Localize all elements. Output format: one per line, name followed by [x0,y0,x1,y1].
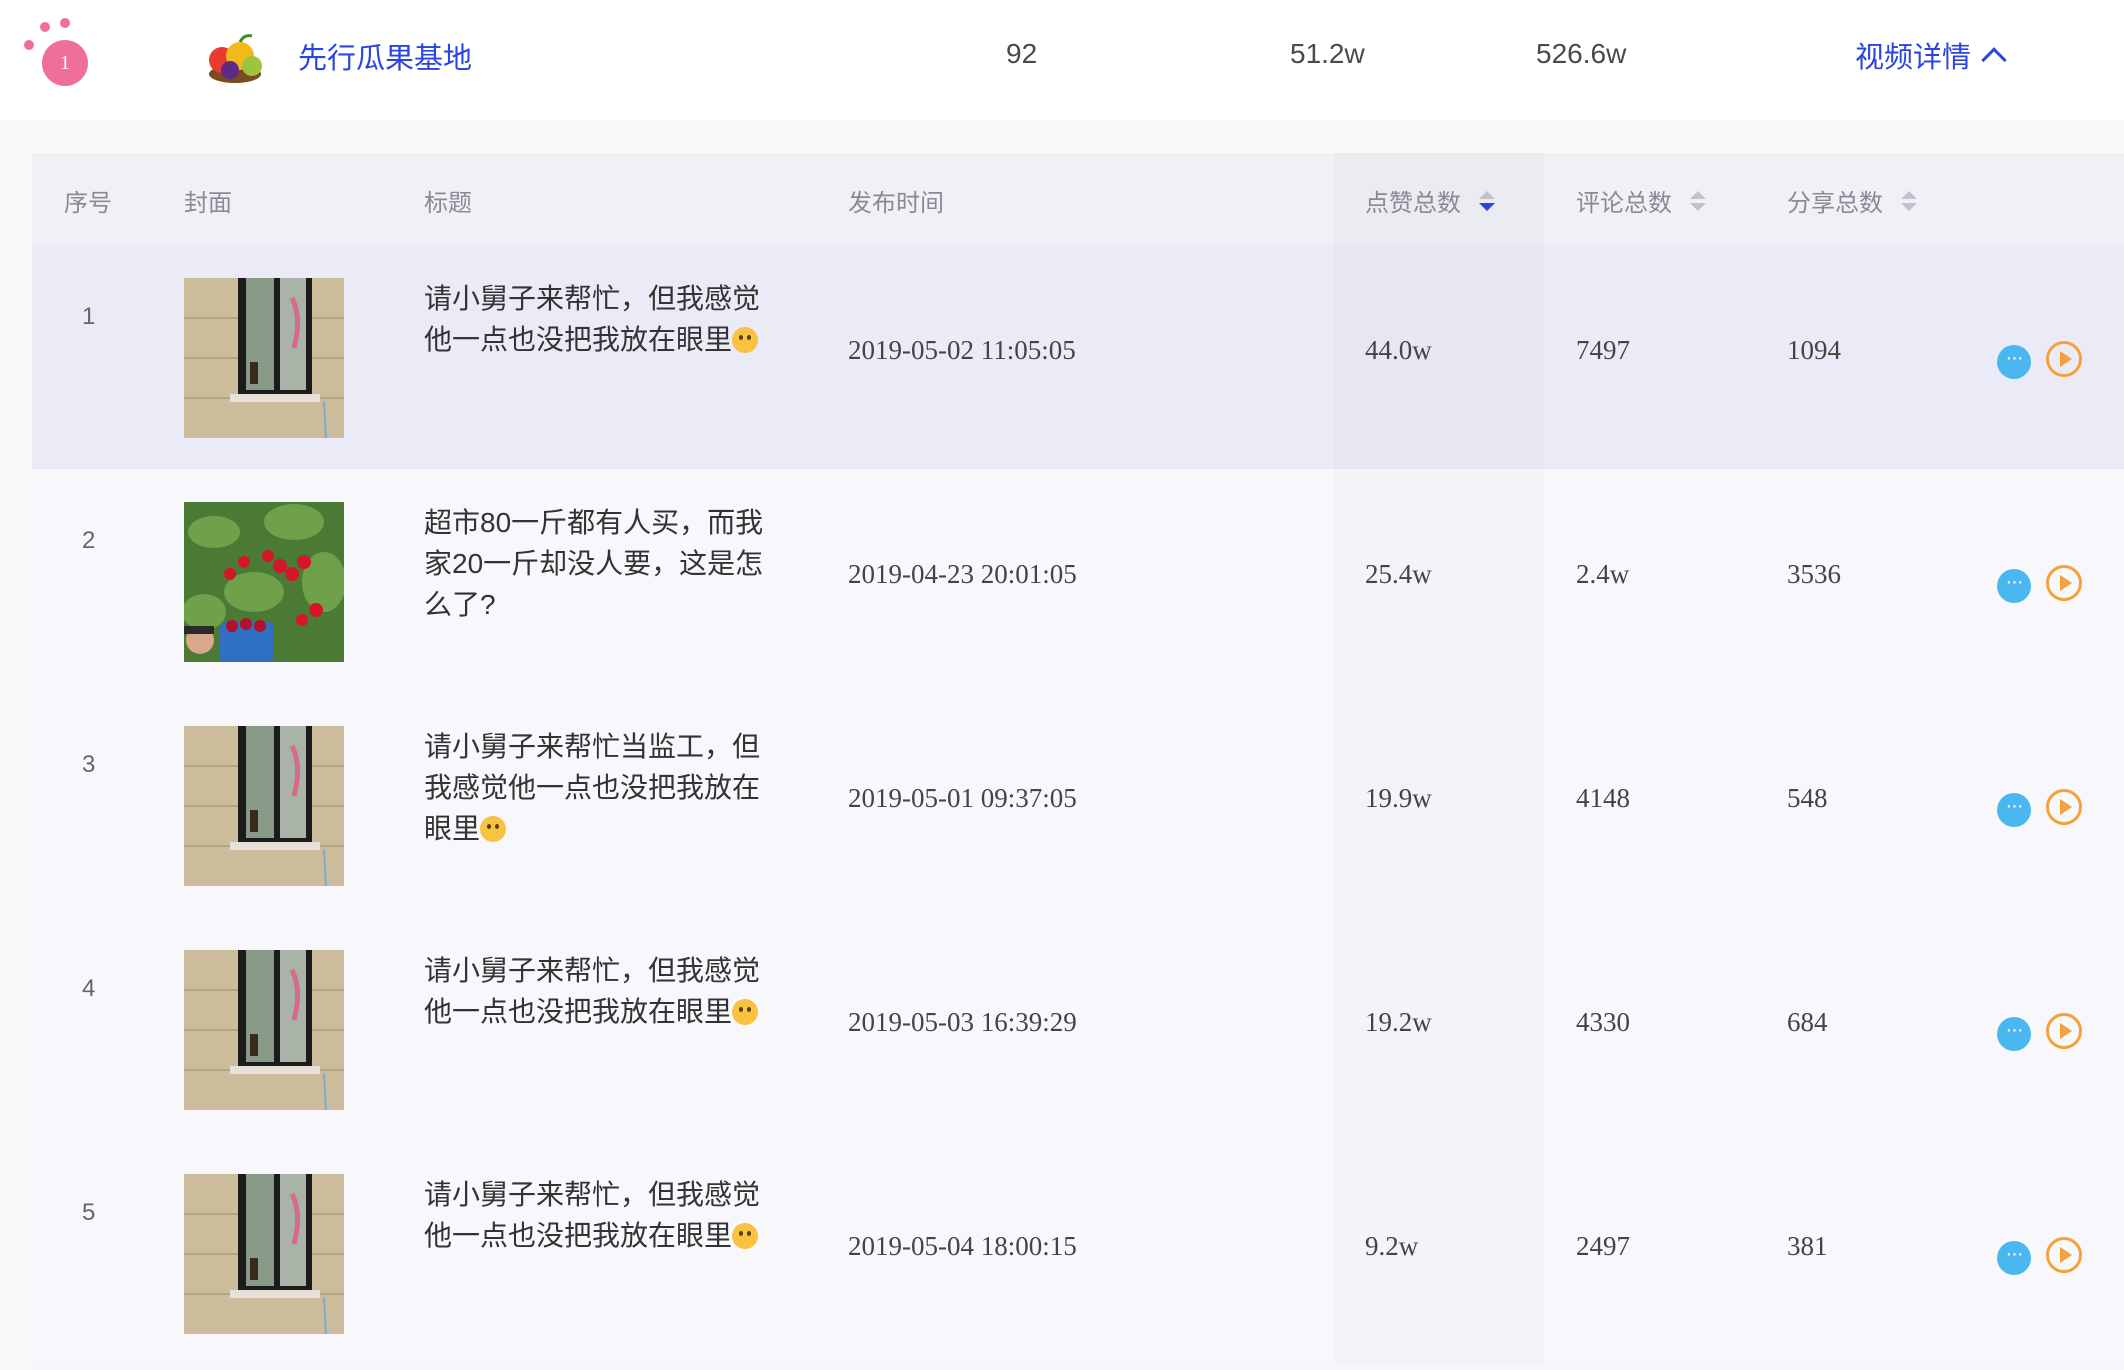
video-title[interactable]: 请小舅子来帮忙，但我感觉他一点也没把我放在眼里 [424,1174,774,1256]
table-row[interactable]: 3 请小舅子来帮忙当监工，但我感觉他一点也没把我放在眼里 2019-05-01 0… [32,693,2124,917]
table-row[interactable]: 2 超市80一斤都有人买，而我家20一斤却没人要，这是怎么了? 2019-04-2… [32,469,2124,693]
video-title-text: 请小舅子来帮忙，但我感觉他一点也没把我放在眼里 [424,955,761,1027]
play-icon[interactable] [2046,789,2082,825]
row-index: 3 [82,751,96,778]
like-count: 25.4w [1365,559,1432,589]
video-title[interactable]: 请小舅子来帮忙当监工，但我感觉他一点也没把我放在眼里 [424,726,774,849]
video-title-text: 请小舅子来帮忙，但我感觉他一点也没把我放在眼里 [424,1179,761,1251]
sort-icon [1479,190,1495,211]
comment-count: 7497 [1576,335,1630,365]
total-likes: 51.2w [1290,38,1365,69]
header-date: 发布时间 [848,190,944,217]
video-title[interactable]: 请小舅子来帮忙，但我感觉他一点也没把我放在眼里 [424,278,774,360]
like-count: 9.2w [1365,1231,1419,1261]
share-count: 1094 [1787,335,1841,365]
share-count: 381 [1787,1231,1828,1261]
share-count: 3536 [1787,559,1841,589]
header-likes-sort[interactable]: 点赞总数 [1365,183,1495,218]
video-cover-thumbnail[interactable] [184,502,344,662]
row-index: 4 [82,975,96,1002]
publish-date: 2019-05-03 16:39:29 [848,1007,1077,1037]
rank-number: 1 [42,40,88,86]
comment-count: 4148 [1576,783,1630,813]
fan-count: 526.6w [1536,38,1627,69]
comment-count: 4330 [1576,1007,1630,1037]
header-index: 序号 [64,190,112,217]
header-cover: 封面 [184,190,232,217]
video-title-text: 请小舅子来帮忙，但我感觉他一点也没把我放在眼里 [424,283,761,355]
more-icon[interactable]: ··· [1997,569,2031,603]
video-table: 序号 封面 标题 发布时间 点赞总数 评论总数 分享总数 1 请小舅子来帮忙，但… [32,153,2124,1370]
video-count: 92 [1006,38,1038,69]
play-icon[interactable] [2046,341,2082,377]
video-cover-thumbnail[interactable] [184,950,344,1110]
header-title: 标题 [424,190,472,217]
more-icon[interactable]: ··· [1997,1241,2031,1275]
video-title[interactable]: 超市80一斤都有人买，而我家20一斤却没人要，这是怎么了? [424,502,774,625]
thinking-emoji-icon [480,816,507,842]
table-row[interactable]: 4 请小舅子来帮忙，但我感觉他一点也没把我放在眼里 2019-05-03 16:3… [32,917,2124,1141]
video-cover-thumbnail[interactable] [184,1174,344,1334]
header-likes-label: 点赞总数 [1365,190,1461,217]
thinking-emoji-icon [732,327,759,353]
publish-date: 2019-04-23 20:01:05 [848,559,1077,589]
share-count: 548 [1787,783,1828,813]
like-count: 44.0w [1365,335,1432,365]
video-detail-label: 视频详情 [1855,42,1972,74]
header-comments-label: 评论总数 [1576,190,1672,217]
chevron-up-icon [1981,47,2007,73]
publish-date: 2019-05-04 18:00:15 [848,1231,1077,1261]
like-count: 19.2w [1365,1007,1432,1037]
row-index: 5 [82,1199,96,1226]
thinking-emoji-icon [732,1223,759,1249]
header-comments-sort[interactable]: 评论总数 [1576,183,1706,218]
sort-icon [1901,190,1917,211]
rank-crown-icon: 1 [22,18,88,86]
header-shares-label: 分享总数 [1787,190,1883,217]
share-count: 684 [1787,1007,1828,1037]
comment-count: 2.4w [1576,559,1630,589]
more-icon[interactable]: ··· [1997,1017,2031,1051]
publish-date: 2019-05-02 11:05:05 [848,335,1076,365]
video-title-text: 超市80一斤都有人买，而我家20一斤却没人要，这是怎么了? [424,507,764,620]
comment-count: 2497 [1576,1231,1630,1261]
publish-date: 2019-05-01 09:37:05 [848,783,1077,813]
row-index: 1 [82,303,96,330]
table-row[interactable]: 1 请小舅子来帮忙，但我感觉他一点也没把我放在眼里 2019-05-02 11:0… [32,245,2124,469]
account-name-link[interactable]: 先行瓜果基地 [298,35,472,77]
thinking-emoji-icon [732,999,759,1025]
play-icon[interactable] [2046,1013,2082,1049]
video-cover-thumbnail[interactable] [184,726,344,886]
play-icon[interactable] [2046,565,2082,601]
table-row[interactable]: 5 请小舅子来帮忙，但我感觉他一点也没把我放在眼里 2019-05-04 18:0… [32,1141,2124,1365]
video-title[interactable]: 请小舅子来帮忙，但我感觉他一点也没把我放在眼里 [424,950,774,1032]
like-count: 19.9w [1365,783,1432,813]
sort-icon [1690,190,1706,211]
play-icon[interactable] [2046,1237,2082,1273]
video-title-text: 请小舅子来帮忙当监工，但我感觉他一点也没把我放在眼里 [424,731,761,844]
fruit-basket-logo [209,34,262,83]
video-detail-toggle[interactable]: 视频详情 [1855,34,2007,76]
row-index: 2 [82,527,96,554]
more-icon[interactable]: ··· [1997,793,2031,827]
video-cover-thumbnail[interactable] [184,278,344,438]
account-summary-row: 1 先行瓜果基地 92 51.2w 526.6w 视频详情 [0,0,2124,120]
header-shares-sort[interactable]: 分享总数 [1787,183,1917,218]
more-icon[interactable]: ··· [1997,345,2031,379]
table-header: 序号 封面 标题 发布时间 点赞总数 评论总数 分享总数 [32,153,2124,245]
